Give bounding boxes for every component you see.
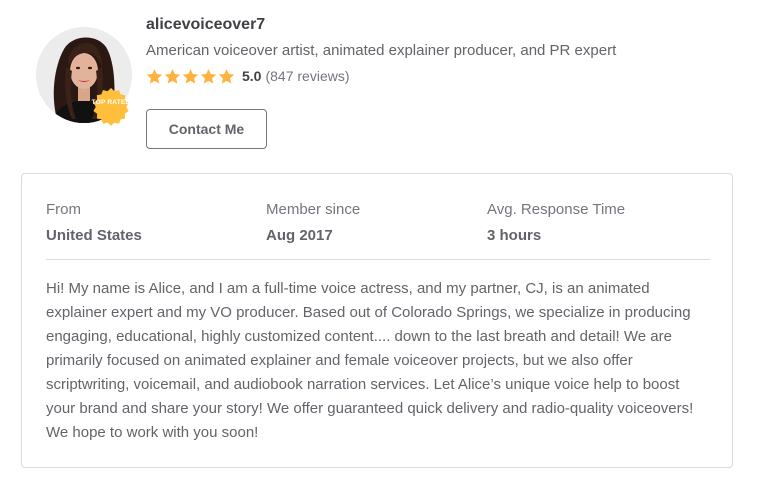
stat-from: From United States <box>46 201 142 244</box>
seller-username[interactable]: alicevoiceover7 <box>146 16 265 34</box>
rating-summary: 5.0 (847 reviews) <box>146 67 350 85</box>
stat-label: Avg. Response Time <box>487 201 626 218</box>
star-icon <box>146 68 163 84</box>
star-icon <box>218 68 235 84</box>
stat-value: United States <box>46 227 142 244</box>
stat-label: Member since <box>266 201 361 218</box>
star-icon <box>200 68 217 84</box>
divider <box>46 259 710 260</box>
badge-seal-icon <box>93 88 129 126</box>
stat-label: From <box>46 201 81 218</box>
badge-label: TOP RATED <box>91 99 131 106</box>
seller-info-card: From United States Member since Aug 2017… <box>21 173 733 468</box>
rating-score: 5.0 <box>242 68 262 84</box>
star-icon <box>164 68 181 84</box>
seller-profile: TOP RATED alicevoiceover7 American voice… <box>0 0 757 483</box>
review-count[interactable]: (847 reviews) <box>265 68 349 84</box>
stat-member-since: Member since Aug 2017 <box>266 201 360 244</box>
contact-me-button[interactable]: Contact Me <box>146 109 267 149</box>
rating-stars <box>146 68 235 85</box>
seller-description: Hi! My name is Alice, and I am a full-ti… <box>46 280 694 441</box>
stat-value: 3 hours <box>487 227 542 244</box>
top-rated-badge: TOP RATED <box>91 87 131 127</box>
stat-value: Aug 2017 <box>266 227 333 244</box>
stat-response-time: Avg. Response Time 3 hours <box>487 201 625 244</box>
seller-tagline: American voiceover artist, animated expl… <box>146 42 617 59</box>
avatar-container: TOP RATED <box>36 27 132 126</box>
star-icon <box>182 68 199 84</box>
